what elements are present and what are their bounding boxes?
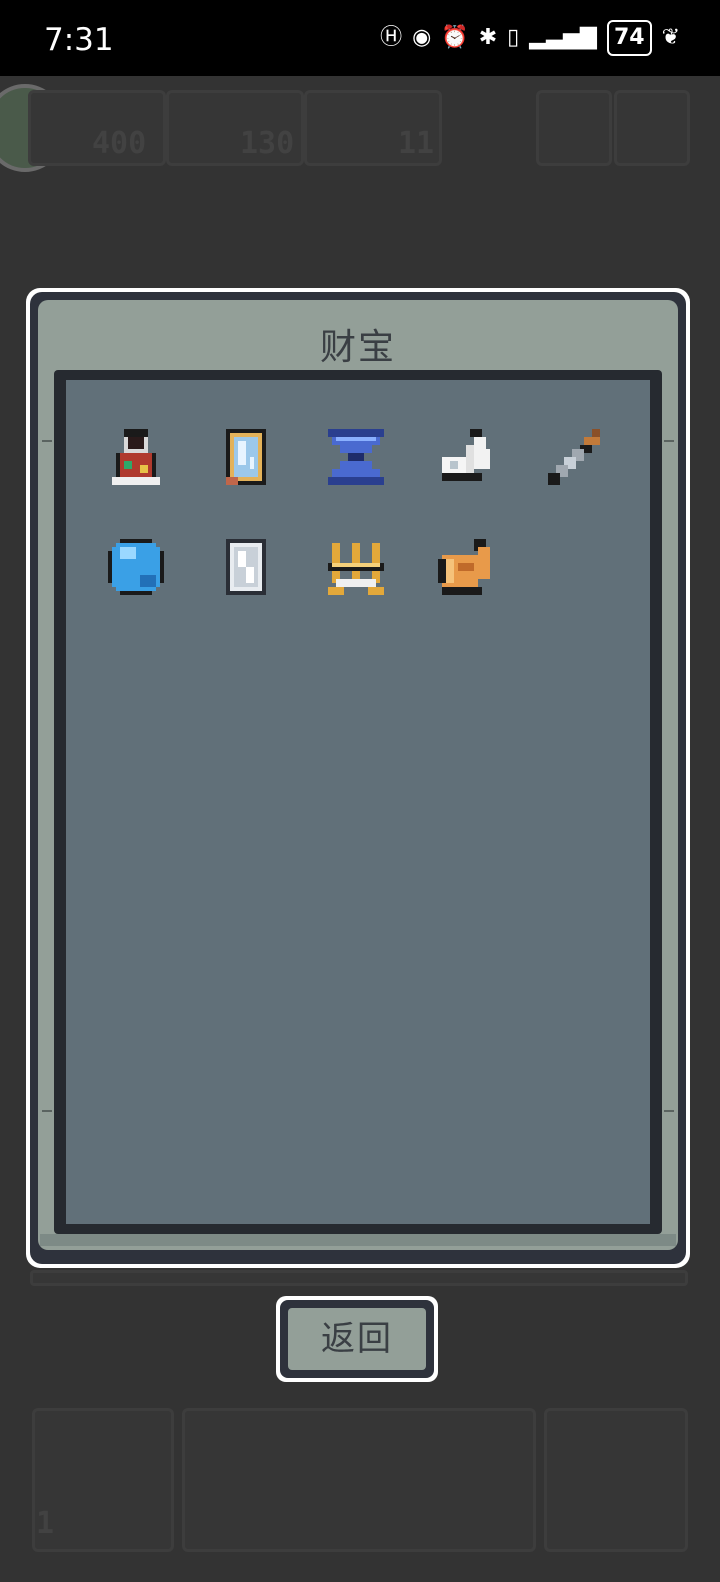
rivet: [42, 440, 52, 442]
resource-count: 11: [398, 126, 435, 161]
magic-mirror-icon[interactable]: [214, 425, 278, 489]
leaf-icon: ❦: [661, 25, 680, 50]
white-wing-icon[interactable]: [434, 425, 498, 489]
blue-hourglass-icon[interactable]: [324, 425, 388, 489]
menu-slot: [536, 90, 612, 166]
dagger-icon[interactable]: [544, 425, 608, 489]
rivet: [42, 1110, 52, 1112]
resource-count: 130: [240, 126, 295, 161]
treasure-grid: [66, 380, 650, 1224]
alarm-icon: ⏰: [441, 25, 469, 50]
action-slot: [182, 1408, 536, 1552]
hd-call-icon: Ⓗ: [380, 25, 403, 50]
action-count: 1: [36, 1506, 55, 1541]
dialog-title: 财宝: [319, 327, 396, 368]
panel-bottom-shade: [40, 1234, 676, 1246]
resource-count: 400: [92, 126, 147, 161]
status-time: 7:31: [44, 22, 114, 58]
blue-orb-icon[interactable]: [104, 535, 168, 599]
red-potion-flask-icon[interactable]: [104, 425, 168, 489]
golden-crown-icon[interactable]: [324, 535, 388, 599]
phone-battery-icon: ▯: [507, 25, 520, 50]
action-slot: [544, 1408, 688, 1552]
signal-icon: ▂▃▅▇: [529, 25, 597, 50]
status-icons: Ⓗ ◉ ⏰ ✱ ▯ ▂▃▅▇ 74 ❦: [380, 20, 680, 56]
menu-slot: [614, 90, 690, 166]
battery-indicator: 74: [606, 20, 652, 56]
golden-horn-icon[interactable]: [434, 535, 498, 599]
bluetooth-icon: ✱: [478, 25, 498, 50]
eye-icon: ◉: [412, 25, 432, 50]
back-button[interactable]: 返回: [288, 1308, 426, 1370]
status-bar: 7:31 Ⓗ ◉ ⏰ ✱ ▯ ▂▃▅▇ 74 ❦: [0, 0, 720, 76]
rivet: [664, 440, 674, 442]
silver-shield-stone-icon[interactable]: [214, 535, 278, 599]
rivet: [664, 1110, 674, 1112]
dialog-shadow: [30, 1270, 688, 1286]
